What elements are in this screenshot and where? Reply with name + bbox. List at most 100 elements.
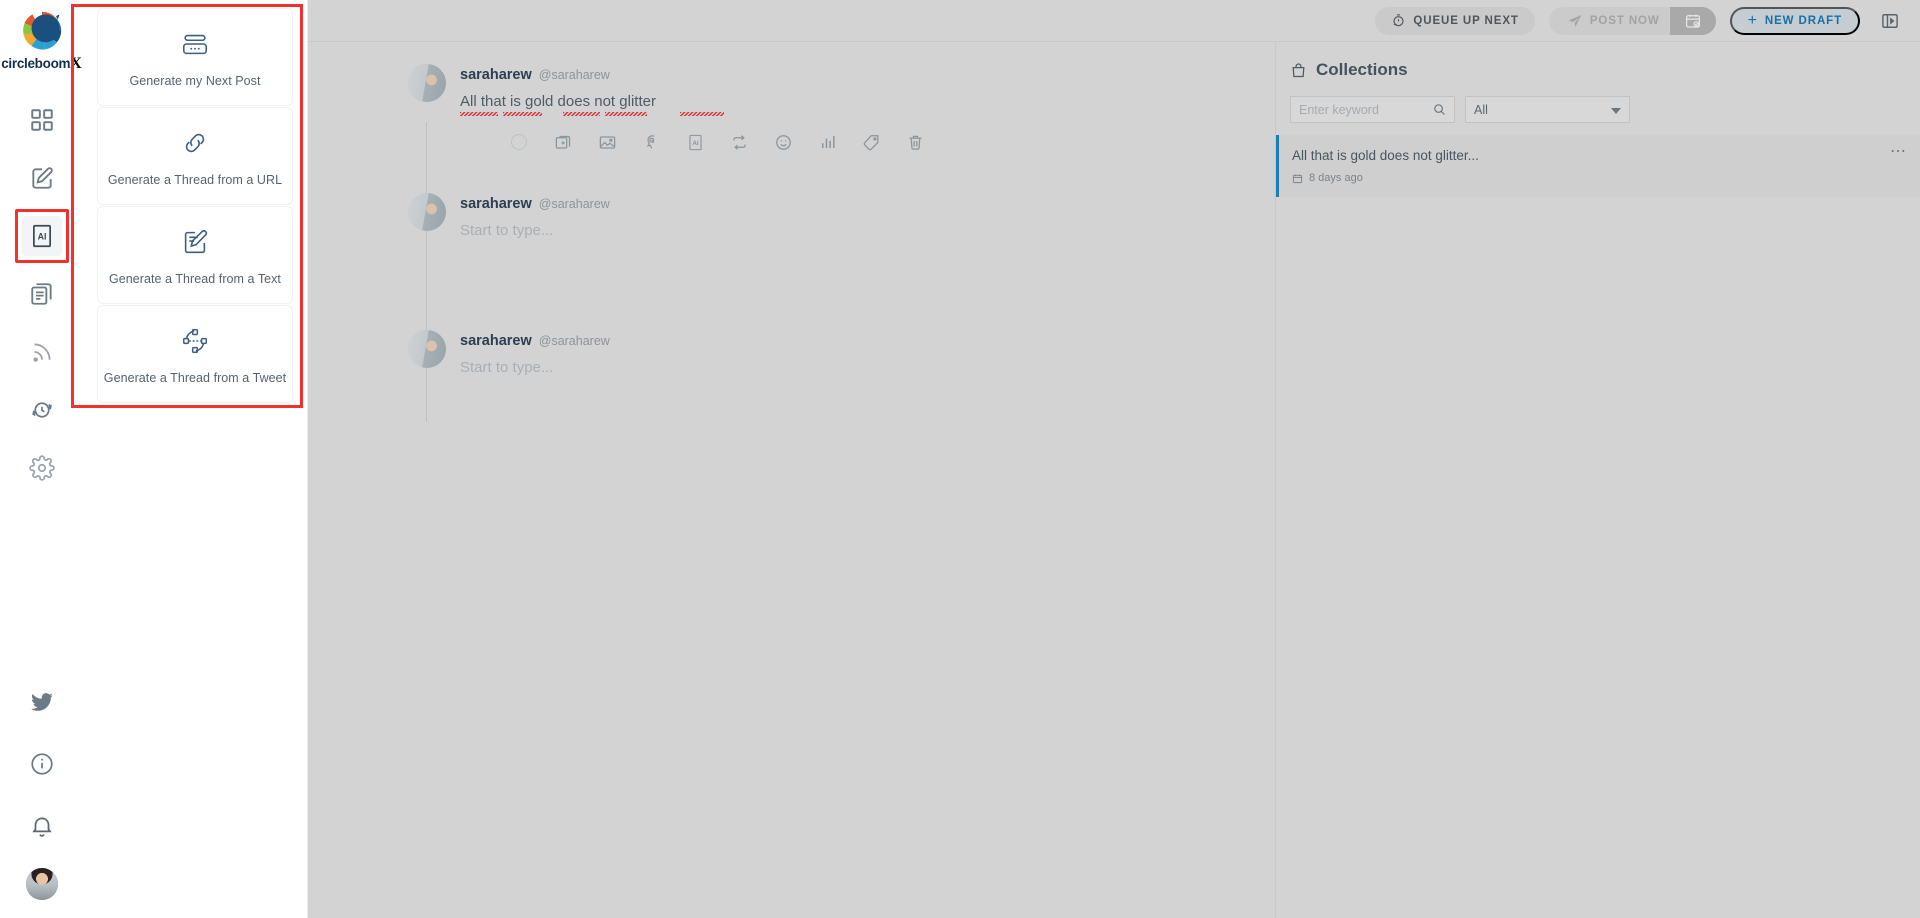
ai-card-thread-url[interactable]: Generate a Thread from a URL [97, 107, 293, 205]
compose-icon [31, 167, 53, 189]
repost-network-icon [183, 328, 207, 353]
queue-up-next-label: QUEUE UP NEXT [1413, 14, 1519, 27]
post-author: saraharew @saraharew [460, 196, 1275, 212]
brain-icon [646, 134, 655, 149]
retweet-button[interactable] [728, 131, 750, 153]
repost-network-icon-wrap [180, 324, 210, 358]
sidebar-item-queue[interactable] [22, 274, 62, 314]
calendar-check-icon [1685, 14, 1700, 28]
queue-up-next-button[interactable]: QUEUE UP NEXT [1375, 6, 1535, 35]
avatar-image [408, 193, 446, 231]
tag-button[interactable] [860, 131, 882, 153]
search-icon[interactable] [1432, 102, 1447, 117]
emoji-icon [775, 134, 791, 150]
collections-title: Collections [1316, 60, 1408, 79]
sidebar-item-settings[interactable] [22, 448, 62, 488]
spellcheck-underline [460, 112, 498, 116]
post-avatar[interactable] [408, 64, 446, 102]
gear-icon [28, 455, 55, 481]
spellcheck-underline [605, 112, 647, 116]
sidebar-item-history[interactable] [22, 390, 62, 430]
paper-plane-icon [1568, 14, 1582, 27]
post-input-placeholder[interactable]: Start to type... [460, 357, 1275, 379]
new-draft-button[interactable]: + NEW DRAFT [1729, 6, 1860, 35]
list-item[interactable]: All that is gold does not glitter... 8 d… [1276, 135, 1920, 197]
svg-text:AI: AI [692, 139, 699, 146]
tag-icon [863, 134, 878, 150]
sidebar-bottom [22, 682, 62, 900]
circleboom-logo-icon [22, 11, 61, 50]
filter-select[interactable]: All [1465, 96, 1630, 123]
composer-toolbar: AI [308, 131, 1275, 153]
brand-logo[interactable]: circleboom X [0, 6, 83, 78]
emoji-button[interactable] [772, 131, 794, 153]
svg-text:AI: AI [37, 232, 46, 242]
add-card-icon [555, 135, 570, 149]
char-count-button[interactable] [508, 131, 530, 153]
collections-filters: All [1276, 80, 1920, 123]
ai-assist-button[interactable] [640, 131, 662, 153]
ai-text-button[interactable]: AI [684, 131, 706, 153]
schedule-post-button[interactable] [1669, 6, 1716, 35]
post-text[interactable]: All that is gold does not glitter [460, 91, 1275, 116]
avatar[interactable] [25, 868, 58, 900]
composer-area: saraharew @saraharew All that is gold do… [308, 42, 1275, 918]
ai-icon: AI [32, 224, 51, 248]
avatar-image [408, 64, 446, 102]
twitter-bird-icon [30, 693, 53, 711]
sidebar-item-info[interactable] [22, 744, 62, 784]
post-now-label: POST NOW [1589, 14, 1660, 27]
ai-card-label: Generate my Next Post [129, 73, 261, 88]
post-body: saraharew @saraharew Start to type... [460, 330, 1275, 379]
copy-stack-icon [30, 283, 52, 305]
ai-card-label: Generate a Thread from a URL [107, 172, 283, 187]
post-author: saraharew @saraharew [460, 67, 1275, 83]
grid-icon [30, 109, 53, 131]
ai-card-next-post[interactable]: Generate my Next Post [97, 8, 293, 106]
post-handle: @saraharew [538, 197, 610, 211]
post-avatar[interactable] [408, 193, 446, 231]
rss-icon [32, 343, 51, 362]
post-now-button[interactable]: POST NOW [1548, 6, 1682, 35]
thread-post: saraharew @saraharew All that is gold do… [308, 64, 1275, 116]
collection-title: All that is gold does not glitter... [1292, 148, 1479, 163]
stopwatch-icon [1393, 14, 1404, 27]
add-post-button[interactable] [552, 131, 574, 153]
spellcheck-underline [563, 112, 600, 116]
chevron-down-icon [1611, 108, 1621, 114]
ai-icon: AI [688, 134, 702, 150]
post-body: saraharew @saraharew Start to type... [460, 193, 1275, 242]
header-actions: QUEUE UP NEXT POST NOW + NEW DRAFT [1375, 6, 1920, 35]
ai-card-label: Generate a Thread from a Tweet [103, 370, 287, 385]
ai-options-panel: Generate my Next Post Generate a Thread … [83, 0, 308, 918]
poll-button[interactable] [816, 131, 838, 153]
sidebar-item-rss[interactable] [22, 332, 62, 372]
sidebar-item-dashboard[interactable] [22, 100, 62, 140]
sidebar-item-create[interactable] [22, 158, 62, 198]
post-text-content: All that is gold does not glitter [460, 93, 656, 110]
delete-button[interactable] [904, 131, 926, 153]
sidebar-item-twitter[interactable] [22, 682, 62, 722]
post-body: saraharew @saraharew All that is gold do… [460, 64, 1275, 116]
info-circle-icon [30, 753, 53, 775]
more-dots-icon[interactable]: ⋯ [1890, 144, 1907, 160]
progress-ring-icon [511, 134, 527, 150]
top-header: QUEUE UP NEXT POST NOW + NEW DRAFT [308, 0, 1920, 42]
avatar-image [25, 868, 58, 900]
bell-icon [31, 817, 52, 837]
link-icon [185, 133, 205, 152]
post-avatar[interactable] [408, 330, 446, 368]
sidebar-item-ai[interactable]: AI [14, 209, 69, 263]
ai-card-thread-tweet[interactable]: Generate a Thread from a Tweet [97, 305, 293, 403]
avatar-image [408, 330, 446, 368]
edit-note-icon-wrap [180, 225, 210, 259]
ai-card-label: Generate a Thread from a Text [109, 271, 281, 286]
thread-post: saraharew @saraharew Start to type... [308, 193, 1275, 242]
new-draft-label: NEW DRAFT [1764, 14, 1842, 27]
ai-card-thread-text[interactable]: Generate a Thread from a Text [97, 206, 293, 304]
add-image-button[interactable] [596, 131, 618, 153]
panel-collapse-button[interactable] [1880, 11, 1900, 31]
sidebar-item-notifications[interactable] [22, 806, 62, 846]
post-input-placeholder[interactable]: Start to type... [460, 220, 1275, 242]
search-input[interactable] [1291, 97, 1454, 122]
